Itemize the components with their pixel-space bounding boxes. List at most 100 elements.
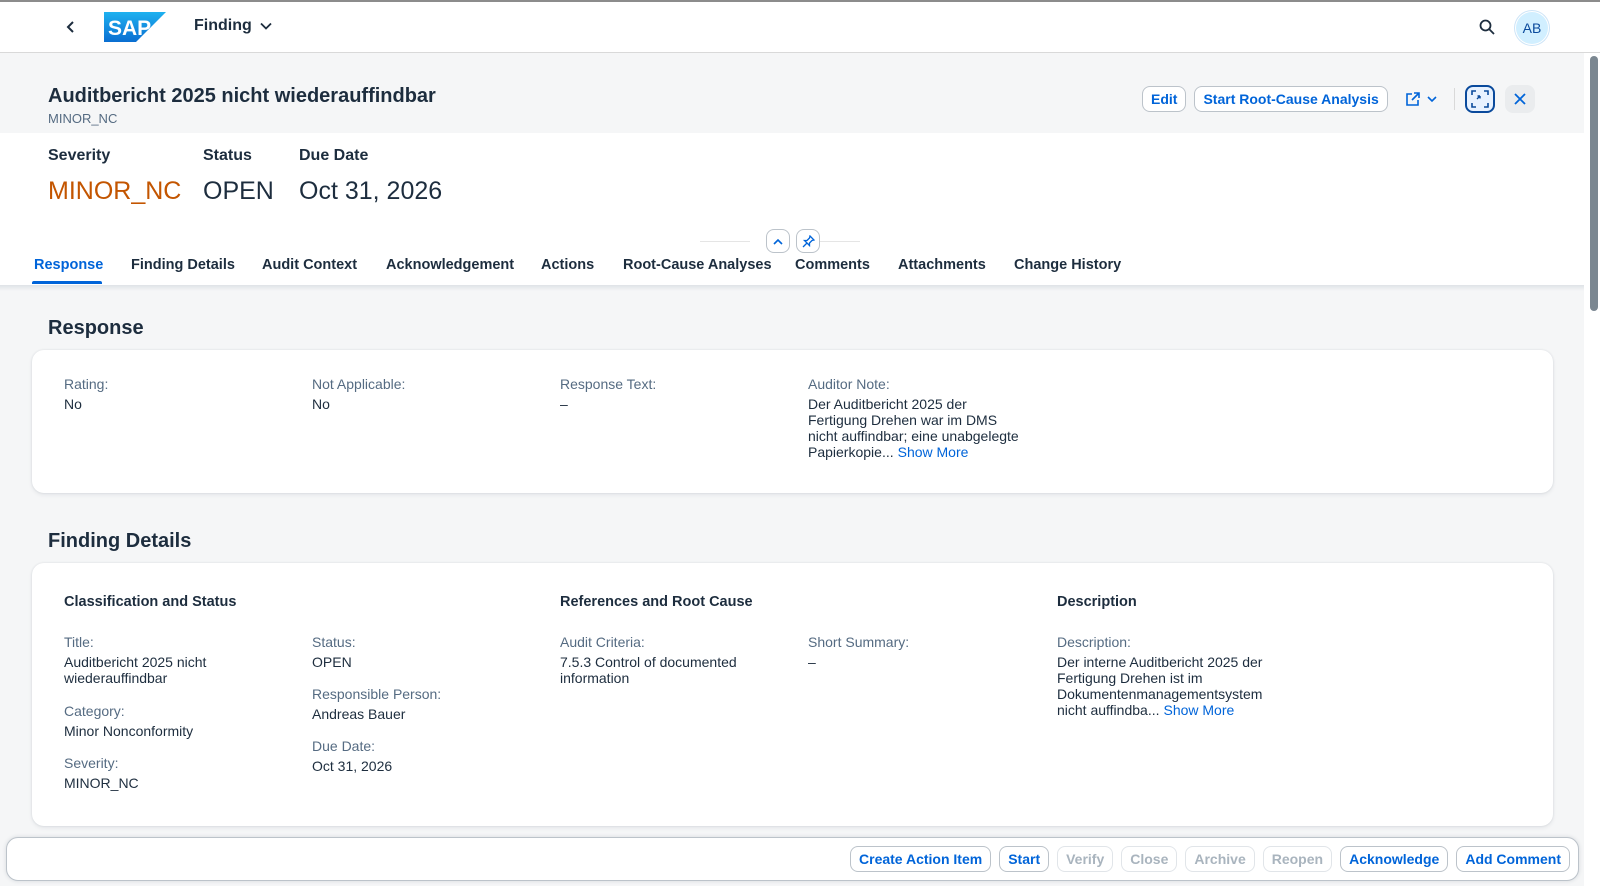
start-button[interactable]: Start	[999, 846, 1050, 872]
edit-button[interactable]: Edit	[1142, 86, 1187, 112]
section-title-finding-details: Finding Details	[48, 530, 192, 552]
object-header: Auditbericht 2025 nicht wiederauffindbar…	[0, 53, 1584, 133]
field-label: Due Date:	[312, 738, 376, 754]
tab-audit-context[interactable]: Audit Context	[262, 257, 357, 273]
field-value: Minor Nonconformity	[64, 723, 194, 739]
chevron-down-icon	[1427, 95, 1437, 102]
field-value: Der Auditbericht 2025 der Fertigung Dreh…	[808, 396, 1028, 460]
tab-actions[interactable]: Actions	[541, 257, 594, 273]
tab-comments[interactable]: Comments	[795, 257, 870, 273]
start-root-cause-analysis-button[interactable]: Start Root-Cause Analysis	[1194, 86, 1388, 112]
section-title-response: Response	[48, 317, 144, 339]
create-action-item-button[interactable]: Create Action Item	[850, 846, 992, 872]
field-label: Title:	[64, 634, 94, 650]
page-title: Auditbericht 2025 nicht wiederauffindbar	[48, 85, 436, 107]
tab-attachments[interactable]: Attachments	[898, 257, 986, 273]
field-due-date: Due Date: Oct 31, 2026	[312, 738, 392, 774]
field-audit-criteria: Audit Criteria: 7.5.3 Control of documen…	[560, 634, 760, 686]
tab-root-cause-analyses[interactable]: Root-Cause Analyses	[623, 257, 772, 273]
search-icon	[1479, 19, 1495, 35]
header-shadow	[0, 285, 1584, 291]
group-title-description: Description	[1057, 594, 1137, 610]
field-label: Response Text:	[560, 376, 657, 392]
tab-response[interactable]: Response	[34, 257, 103, 273]
field-rating: Rating: No	[64, 376, 108, 412]
show-more-link[interactable]: Show More	[1163, 702, 1234, 718]
tab-finding-details[interactable]: Finding Details	[131, 257, 235, 273]
field-label: Status:	[312, 634, 356, 650]
field-label: Rating:	[64, 376, 109, 392]
scrollbar-thumb[interactable]	[1590, 56, 1598, 311]
field-response-text: Response Text: –	[560, 376, 656, 412]
page-subtitle: MINOR_NC	[48, 111, 118, 126]
field-status: Status: OPEN	[312, 634, 356, 670]
exit-full-screen-button[interactable]	[1464, 85, 1495, 113]
kpi-due-date-value: Oct 31, 2026	[299, 177, 443, 205]
field-label: Not Applicable:	[312, 376, 406, 392]
svg-text:SAP: SAP	[108, 17, 151, 40]
field-label: Category:	[64, 703, 125, 719]
close-button[interactable]	[1504, 85, 1535, 113]
field-value: Der interne Auditbericht 2025 der Fertig…	[1057, 654, 1269, 718]
field-description: Description: Der interne Auditbericht 20…	[1057, 634, 1269, 718]
back-button[interactable]	[60, 16, 82, 38]
header-actions: Edit Start Root-Cause Analysis	[1142, 85, 1535, 113]
field-title: Title: Auditbericht 2025 nicht wiederauf…	[64, 634, 244, 686]
field-value: OPEN	[312, 654, 352, 670]
pin-header-button[interactable]	[796, 229, 820, 253]
field-label: Short Summary:	[808, 634, 910, 650]
divider	[700, 241, 750, 242]
field-responsible-person: Responsible Person: Andreas Bauer	[312, 686, 441, 722]
header-content: Severity MINOR_NC Status OPEN Due Date O…	[0, 133, 1584, 285]
field-label: Responsible Person:	[312, 686, 442, 702]
kpi-severity-value: MINOR_NC	[48, 177, 182, 205]
acknowledge-button[interactable]: Acknowledge	[1340, 846, 1449, 872]
field-severity: Severity: MINOR_NC	[64, 755, 139, 791]
field-category: Category: Minor Nonconformity	[64, 703, 193, 739]
group-title-classification: Classification and Status	[64, 594, 237, 610]
collapse-header-button[interactable]	[766, 229, 790, 253]
field-value: Andreas Bauer	[312, 706, 406, 722]
show-more-link[interactable]: Show More	[898, 444, 969, 460]
sap-logo: SAP	[104, 12, 166, 42]
response-card: Rating: No Not Applicable: No Response T…	[32, 350, 1553, 493]
share-icon	[1405, 92, 1420, 106]
tab-acknowledgement[interactable]: Acknowledgement	[386, 257, 514, 273]
kpi-severity-label: Severity	[48, 147, 111, 164]
shell-bar: SAP Finding AB	[0, 0, 1600, 53]
chevron-left-icon	[66, 21, 74, 33]
field-label: Description:	[1057, 634, 1131, 650]
app-title-menu[interactable]: Finding	[194, 17, 272, 35]
field-value: No	[64, 396, 82, 412]
toolbar-separator	[1453, 88, 1455, 110]
chevron-down-icon	[260, 22, 272, 30]
footer-toolbar: Create Action Item Start Verify Close Ar…	[6, 837, 1579, 881]
share-menu-button[interactable]	[1400, 85, 1442, 113]
close-icon	[1514, 93, 1526, 105]
field-value: –	[560, 396, 568, 412]
field-label: Audit Criteria:	[560, 634, 645, 650]
kpi-due-date: Due Date Oct 31, 2026	[299, 147, 442, 206]
chevron-up-icon	[773, 238, 783, 245]
active-tab-indicator	[32, 281, 102, 284]
exit-full-screen-icon	[1470, 90, 1489, 108]
add-comment-button[interactable]: Add Comment	[1456, 846, 1570, 872]
kpi-status-label: Status	[203, 147, 252, 164]
archive-button[interactable]: Archive	[1185, 846, 1255, 872]
field-not-applicable: Not Applicable: No	[312, 376, 405, 412]
field-value: No	[312, 396, 330, 412]
kpi-due-date-label: Due Date	[299, 147, 369, 164]
tab-change-history[interactable]: Change History	[1014, 257, 1121, 273]
close-finding-button[interactable]: Close	[1121, 846, 1178, 872]
field-auditor-note: Auditor Note: Der Auditbericht 2025 der …	[808, 376, 1028, 460]
search-button[interactable]	[1476, 16, 1498, 38]
reopen-button[interactable]: Reopen	[1262, 846, 1333, 872]
finding-details-card: Classification and Status References and…	[32, 563, 1553, 826]
verify-button[interactable]: Verify	[1057, 846, 1114, 872]
field-value: Oct 31, 2026	[312, 758, 393, 774]
app-title: Finding	[194, 17, 252, 34]
kpi-severity: Severity MINOR_NC	[48, 147, 181, 206]
pin-icon	[802, 234, 815, 247]
user-avatar[interactable]: AB	[1516, 12, 1548, 44]
field-short-summary: Short Summary: –	[808, 634, 909, 670]
